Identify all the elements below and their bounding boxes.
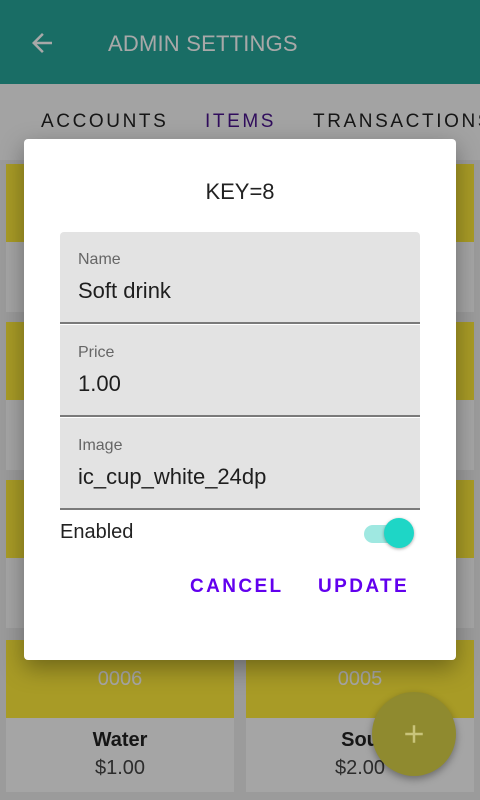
name-field[interactable]: Name Soft drink bbox=[60, 232, 420, 324]
image-field[interactable]: Image ic_cup_white_24dp bbox=[60, 418, 420, 510]
price-field-value[interactable]: 1.00 bbox=[78, 371, 121, 397]
switch-thumb bbox=[384, 518, 414, 548]
name-field-label: Name bbox=[78, 251, 121, 268]
enabled-label: Enabled bbox=[60, 521, 134, 543]
edit-item-dialog: KEY=8 Name Soft drink Price 1.00 Image i… bbox=[24, 139, 456, 660]
price-field[interactable]: Price 1.00 bbox=[60, 325, 420, 417]
image-field-value[interactable]: ic_cup_white_24dp bbox=[78, 464, 266, 490]
dialog-title: KEY=8 bbox=[205, 179, 275, 204]
image-field-label: Image bbox=[78, 437, 123, 454]
enabled-switch[interactable] bbox=[362, 517, 418, 549]
add-item-button[interactable] bbox=[372, 692, 456, 776]
price-field-label: Price bbox=[78, 344, 115, 361]
cancel-button[interactable]: CANCEL bbox=[190, 576, 284, 598]
name-field-value[interactable]: Soft drink bbox=[78, 278, 171, 304]
plus-icon bbox=[405, 725, 423, 743]
update-button[interactable]: UPDATE bbox=[318, 576, 409, 598]
